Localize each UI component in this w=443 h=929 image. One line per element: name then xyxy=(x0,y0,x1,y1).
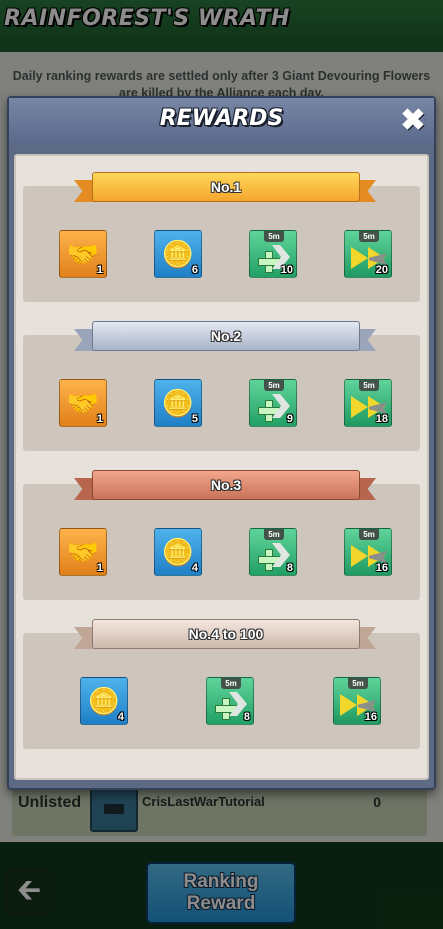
tier-ribbon: No.2 xyxy=(74,321,376,353)
reward-item[interactable]: 5m 8 xyxy=(206,677,254,725)
reward-tier-4: No.4 to 100 🪙 4 5m 8 5m 16 xyxy=(23,619,420,749)
tier-label: No.2 xyxy=(92,321,360,351)
reward-item[interactable]: 🪙 4 xyxy=(154,528,202,576)
tier-label: No.4 to 100 xyxy=(92,619,360,649)
reward-tier-2: No.2 🤝 1 🪙 5 5m 9 5m 18 xyxy=(23,321,420,451)
modal-header: REWARDS ✖ xyxy=(9,98,434,144)
reward-item[interactable]: 5m 16 xyxy=(333,677,381,725)
tier-label: No.1 xyxy=(92,172,360,202)
tier-ribbon: No.3 xyxy=(74,470,376,502)
rewards-list: No.1 🤝 1 🪙 6 5m 10 5m 20 No.2 🤝 1 🪙 5 5m… xyxy=(14,154,429,780)
close-x-icon: ✖ xyxy=(400,104,426,137)
reward-item[interactable]: 5m 16 xyxy=(344,528,392,576)
reward-item[interactable]: 🤝 1 xyxy=(59,230,107,278)
tier-ribbon: No.1 xyxy=(74,172,376,204)
reward-item[interactable]: 🪙 6 xyxy=(154,230,202,278)
tier-ribbon: No.4 to 100 xyxy=(74,619,376,651)
tier-label: No.3 xyxy=(92,470,360,500)
reward-tier-1: No.1 🤝 1 🪙 6 5m 10 5m 20 xyxy=(23,172,420,302)
reward-item[interactable]: 🪙 5 xyxy=(154,379,202,427)
speedup-plus-icon xyxy=(258,400,280,422)
reward-item[interactable]: 🤝 1 xyxy=(59,528,107,576)
rewards-modal: REWARDS ✖ No.1 🤝 1 🪙 6 5m 10 5m 20 No.2 … xyxy=(7,96,436,790)
reward-item[interactable]: 🪙 4 xyxy=(80,677,128,725)
modal-title: REWARDS xyxy=(159,106,284,131)
reward-tier-3: No.3 🤝 1 🪙 4 5m 8 5m 16 xyxy=(23,470,420,600)
close-button[interactable]: ✖ xyxy=(396,104,430,138)
reward-item[interactable]: 🤝 1 xyxy=(59,379,107,427)
reward-item[interactable]: 5m 20 xyxy=(344,230,392,278)
reward-item[interactable]: 5m 18 xyxy=(344,379,392,427)
speedup-plus-icon xyxy=(215,698,237,720)
reward-item[interactable]: 5m 9 xyxy=(249,379,297,427)
speedup-plus-icon xyxy=(258,549,280,571)
speedup-plus-icon xyxy=(258,251,280,273)
reward-item[interactable]: 5m 10 xyxy=(249,230,297,278)
reward-item[interactable]: 5m 8 xyxy=(249,528,297,576)
